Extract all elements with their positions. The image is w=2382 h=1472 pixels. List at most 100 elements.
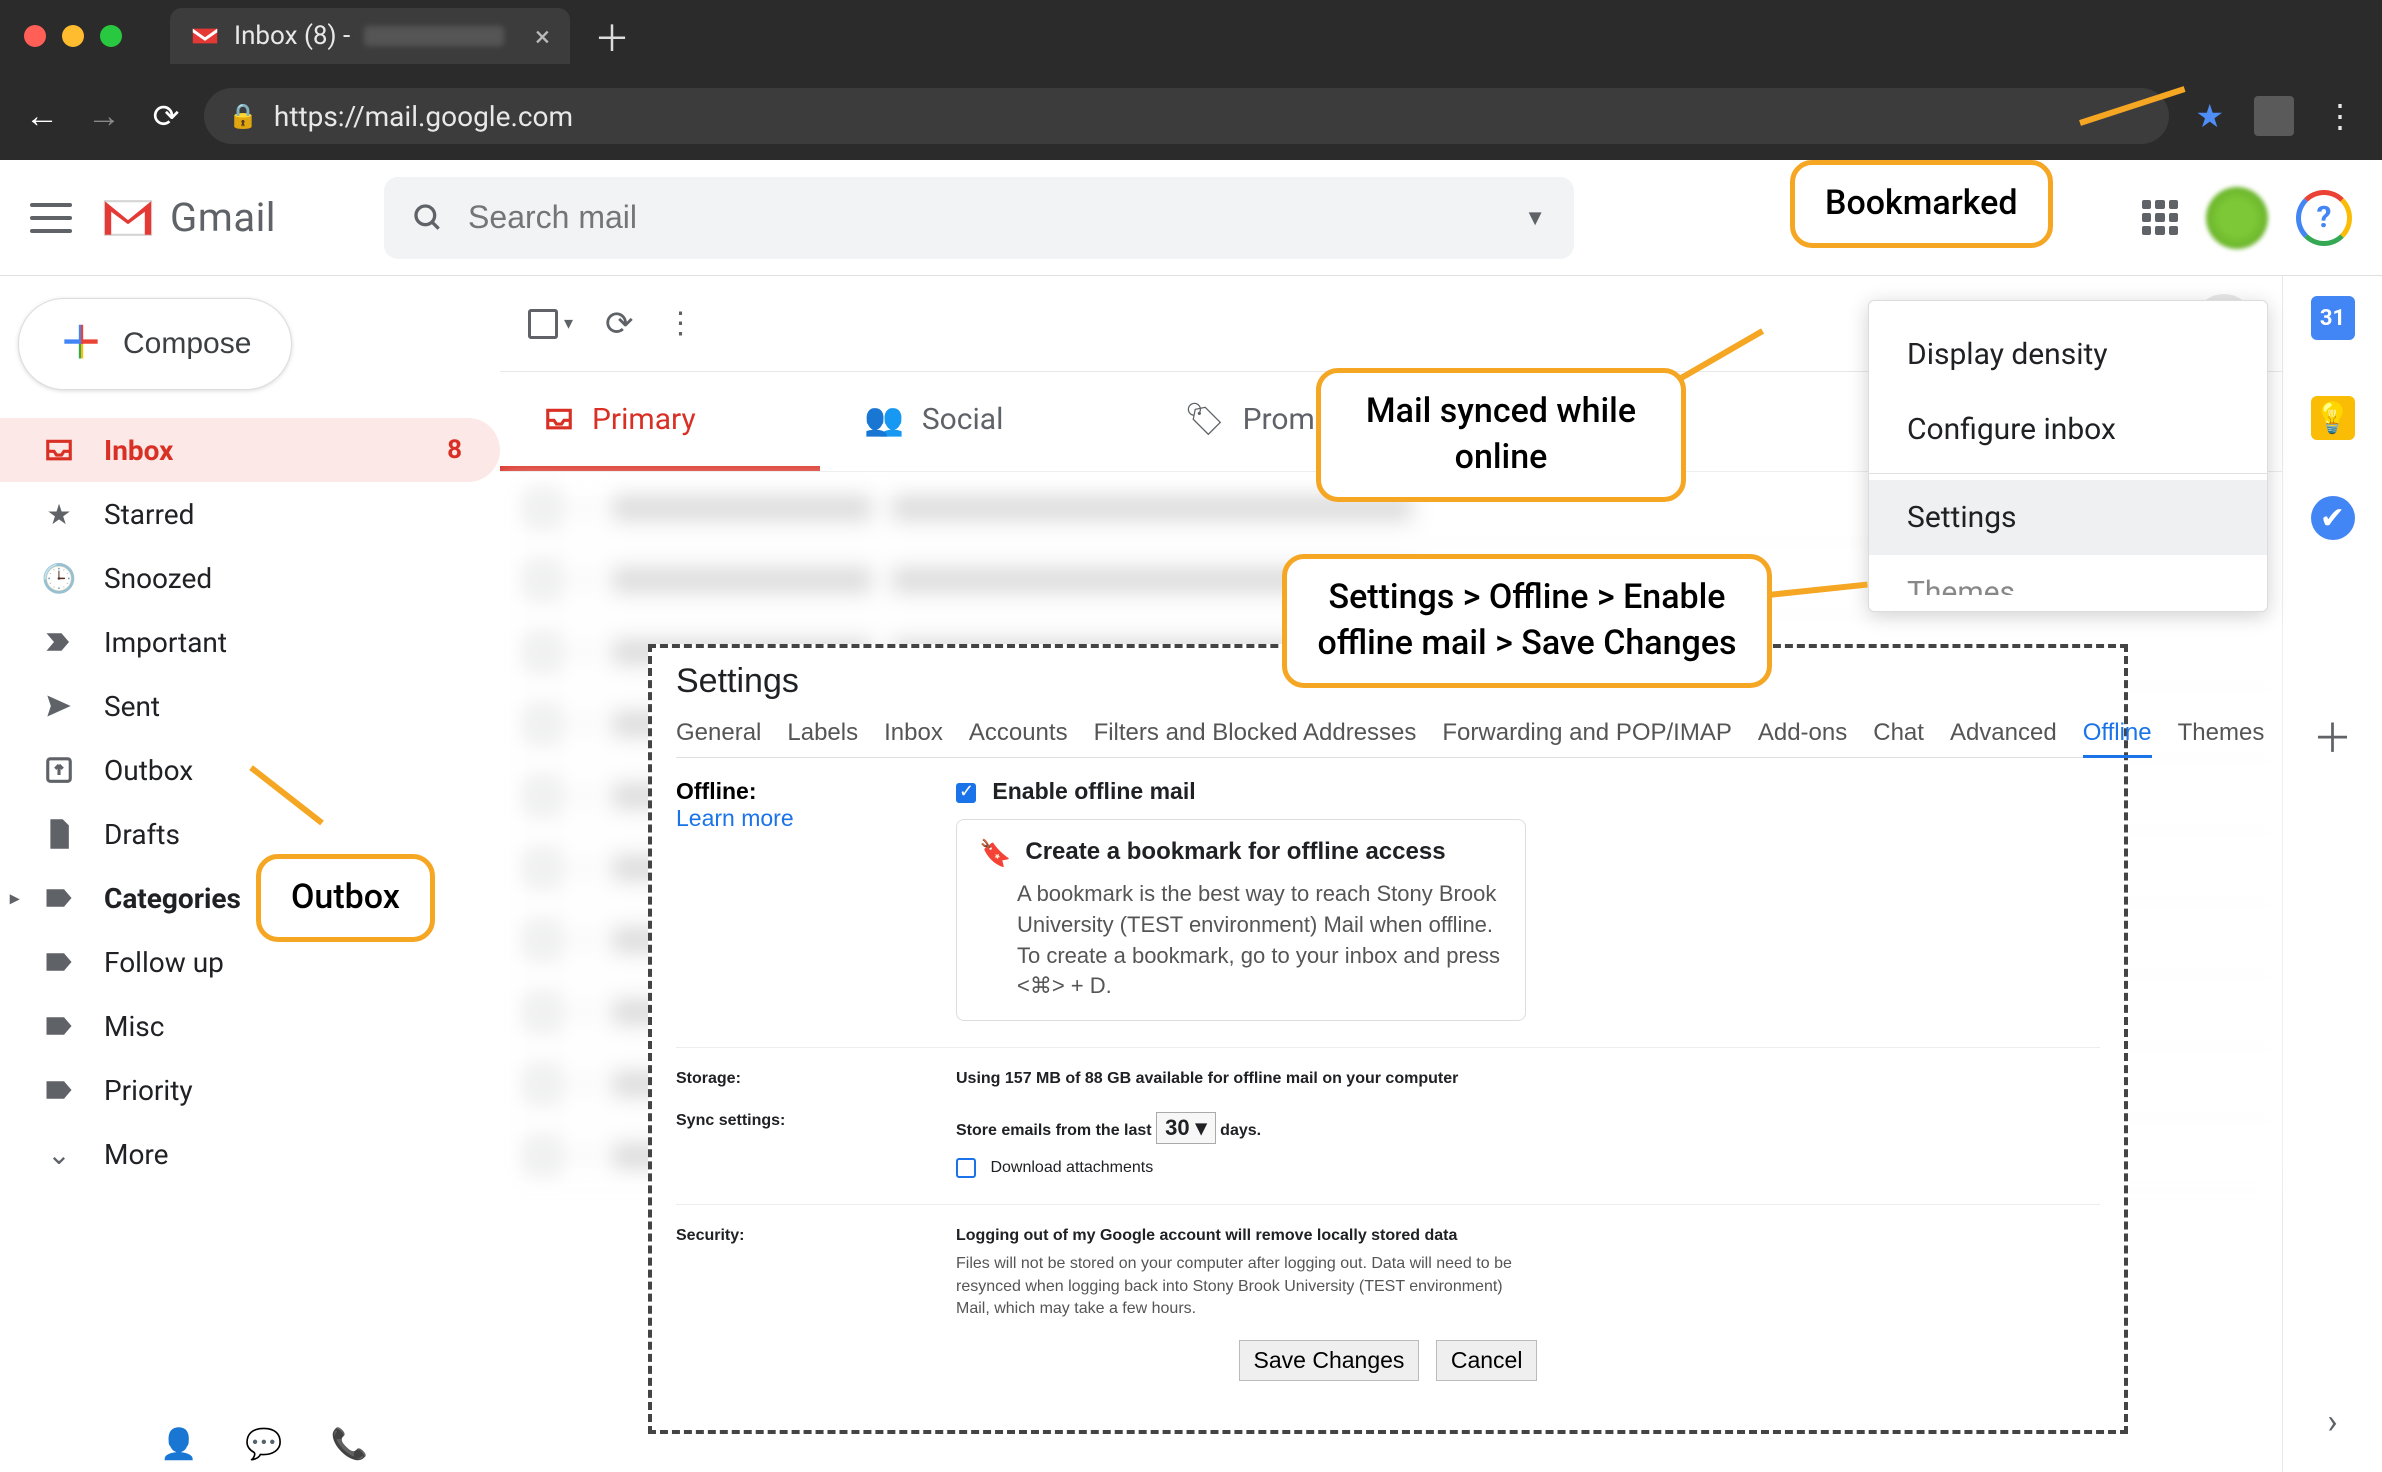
bookmark-card-title: Create a bookmark for offline access	[1025, 838, 1445, 866]
sidebar-item-more[interactable]: ⌄ More	[0, 1122, 500, 1186]
sidebar-item-snoozed[interactable]: 🕒 Snoozed	[0, 546, 500, 610]
refresh-button[interactable]: ⟳	[605, 304, 634, 344]
lock-icon: 🔒	[228, 102, 258, 130]
outbox-icon	[42, 753, 76, 787]
settings-tab-themes[interactable]: Themes	[2178, 719, 2265, 747]
sidebar-item-label: Sent	[104, 690, 160, 723]
sidebar-item-important[interactable]: Important	[0, 610, 500, 674]
calendar-addon-icon[interactable]: 31	[2311, 296, 2355, 340]
sync-text-pre: Store emails from the last	[956, 1122, 1152, 1139]
main-menu-icon[interactable]	[30, 197, 72, 239]
security-heading: Logging out of my Google account will re…	[956, 1227, 1457, 1244]
settings-tab-filters[interactable]: Filters and Blocked Addresses	[1094, 719, 1417, 747]
download-attachments-checkbox[interactable]	[956, 1158, 976, 1178]
promotions-tab-icon: 🏷	[1184, 400, 1225, 438]
compose-button[interactable]: ＋ Compose	[18, 298, 292, 390]
search-options-icon[interactable]: ▼	[1524, 205, 1546, 231]
hangouts-icon[interactable]: 💬	[245, 1427, 282, 1462]
settings-tab-forwarding[interactable]: Forwarding and POP/IMAP	[1442, 719, 1731, 747]
tab-title-blur	[364, 26, 504, 46]
star-icon: ★	[42, 497, 76, 531]
google-apps-icon[interactable]	[2142, 200, 2178, 236]
url-text: https://mail.google.com	[274, 100, 573, 133]
sidebar-item-inbox[interactable]: Inbox 8	[0, 418, 500, 482]
save-changes-button[interactable]: Save Changes	[1239, 1340, 1420, 1381]
tab-bar: Inbox (8) - × ＋	[0, 0, 2382, 72]
sidebar-item-priority[interactable]: Priority	[0, 1058, 500, 1122]
sync-days-select[interactable]: 30 ▾	[1156, 1112, 1216, 1144]
settings-offline-panel: Settings General Labels Inbox Accounts F…	[648, 644, 2128, 1434]
settings-tab-offline[interactable]: Offline	[2083, 719, 2152, 758]
compose-label: Compose	[123, 327, 251, 361]
menu-settings[interactable]: Settings	[1869, 480, 2267, 555]
chrome-menu-icon[interactable]: ⋮	[2324, 97, 2356, 135]
send-icon	[42, 689, 76, 723]
expand-caret-icon: ▸	[10, 888, 19, 909]
tab-label: Social	[922, 402, 1004, 437]
storage-label: Storage:	[676, 1070, 956, 1088]
menu-display-density[interactable]: Display density	[1869, 317, 2267, 392]
search-input[interactable]	[468, 199, 1500, 236]
browser-tab[interactable]: Inbox (8) - ×	[170, 8, 570, 64]
close-window-button[interactable]	[24, 25, 46, 47]
tab-primary[interactable]: Primary	[500, 372, 820, 471]
close-tab-icon[interactable]: ×	[535, 20, 550, 53]
learn-more-link[interactable]: Learn more	[676, 805, 794, 831]
inbox-icon	[42, 433, 76, 467]
forward-button[interactable]: →	[80, 96, 128, 136]
gmail-wordmark: Gmail	[170, 194, 276, 241]
search-bar[interactable]: ▼	[384, 177, 1574, 259]
label-icon	[42, 881, 76, 915]
omnibox[interactable]: 🔒 https://mail.google.com	[204, 88, 2169, 144]
menu-themes[interactable]: Themes	[1869, 555, 2267, 595]
settings-tabs: General Labels Inbox Accounts Filters an…	[676, 719, 2100, 758]
settings-tab-addons[interactable]: Add-ons	[1758, 719, 1847, 747]
callout-settings-path: Settings > Offline > Enable offline mail…	[1282, 554, 1772, 688]
sidebar-item-drafts[interactable]: Drafts	[0, 802, 500, 866]
chrome-profile-avatar[interactable]	[2254, 96, 2294, 136]
person-icon[interactable]: 👤	[160, 1427, 197, 1462]
callout-outbox: Outbox	[256, 854, 435, 942]
settings-tab-inbox[interactable]: Inbox	[884, 719, 943, 747]
minimize-window-button[interactable]	[62, 25, 84, 47]
sidebar-item-starred[interactable]: ★ Starred	[0, 482, 500, 546]
browser-tab-title: Inbox (8) -	[234, 21, 350, 51]
keep-addon-icon[interactable]: 💡	[2311, 396, 2355, 440]
select-all-checkbox[interactable]: ▾	[528, 309, 573, 339]
hide-panel-icon[interactable]: ›	[2327, 1402, 2337, 1442]
sidebar-item-label: Drafts	[104, 818, 180, 851]
hangouts-footer: 👤 💬 📞	[0, 1427, 368, 1462]
sidebar-item-followup[interactable]: Follow up	[0, 930, 500, 994]
settings-tab-chat[interactable]: Chat	[1873, 719, 1924, 747]
sidebar-item-label: Outbox	[104, 754, 193, 787]
enable-offline-checkbox[interactable]	[956, 783, 976, 803]
sidebar-item-label: More	[104, 1138, 169, 1171]
get-addons-icon[interactable]: ＋	[2313, 706, 2353, 764]
window-controls[interactable]	[24, 25, 122, 47]
important-icon	[42, 625, 76, 659]
settings-tab-advanced[interactable]: Advanced	[1950, 719, 2057, 747]
account-avatar[interactable]	[2206, 187, 2268, 249]
chevron-down-icon[interactable]: ▾	[564, 313, 573, 334]
cancel-button[interactable]: Cancel	[1436, 1340, 1538, 1381]
social-tab-icon: 👥	[864, 400, 904, 438]
back-button[interactable]: ←	[18, 96, 66, 136]
reload-button[interactable]: ⟳	[142, 97, 190, 135]
draft-icon	[42, 817, 76, 851]
bookmark-star-icon[interactable]: ★	[2195, 97, 2224, 135]
sidebar-item-label: Snoozed	[104, 562, 212, 595]
settings-tab-general[interactable]: General	[676, 719, 761, 747]
tab-social[interactable]: 👥 Social	[820, 372, 1140, 471]
tasks-addon-icon[interactable]: ✔	[2311, 496, 2355, 540]
sidebar-item-sent[interactable]: Sent	[0, 674, 500, 738]
new-tab-button[interactable]: ＋	[594, 10, 630, 62]
gmail-logo[interactable]: Gmail	[100, 194, 276, 241]
settings-tab-labels[interactable]: Labels	[787, 719, 858, 747]
more-actions-icon[interactable]: ⋮	[666, 306, 696, 341]
support-icon[interactable]: ?	[2296, 190, 2352, 246]
menu-configure-inbox[interactable]: Configure inbox	[1869, 392, 2267, 467]
maximize-window-button[interactable]	[100, 25, 122, 47]
settings-tab-accounts[interactable]: Accounts	[969, 719, 1068, 747]
phone-icon[interactable]: 📞	[331, 1427, 368, 1462]
sidebar-item-misc[interactable]: Misc	[0, 994, 500, 1058]
